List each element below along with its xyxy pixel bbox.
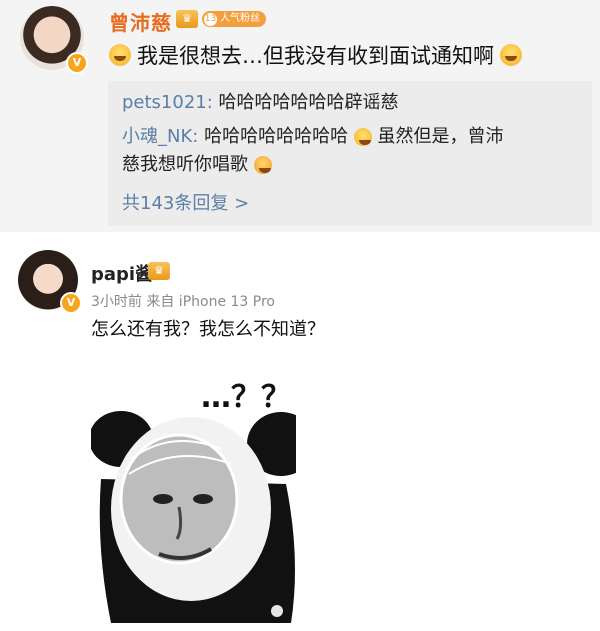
laugh-cry-emoji-icon (500, 44, 522, 66)
meme-text: …？？ (201, 380, 291, 415)
reply-text-after: 虽然但是，曾沛 (377, 126, 504, 147)
reply-text: 哈哈哈哈哈哈哈辟谣慈 (218, 92, 399, 113)
post-text: 怎么还有我？我怎么不知道？ (91, 319, 325, 340)
laugh-cry-emoji-icon (109, 44, 131, 66)
reply-item: 小魂_NK: 哈哈哈哈哈哈哈哈 虽然但是，曾沛 (122, 123, 504, 151)
laugh-emoji-icon (353, 128, 372, 146)
panda-meme-illustration: …？？ (91, 349, 296, 623)
fan-badge-label: 人气粉丝 (220, 13, 260, 24)
username[interactable]: papi酱 (91, 260, 153, 286)
reply-author[interactable]: 小魂_NK: (122, 126, 198, 147)
reply-item-line2: 慈我想听你唱歌 (122, 151, 272, 179)
verified-badge-icon: V (60, 292, 82, 314)
post-meta: 3小时前 来自 iPhone 13 Pro (91, 294, 275, 310)
crown-icon: ♛ (176, 10, 198, 28)
reply-preview-box[interactable]: pets1021: 哈哈哈哈哈哈哈辟谣慈 小魂_NK: 哈哈哈哈哈哈哈哈 虽然但… (108, 81, 592, 226)
username[interactable]: 曾沛慈 (109, 7, 172, 36)
top-comment-card: V 曾沛慈 ♛ 13 人气粉丝 我是很想去…但我没有收到面试通知啊 pets10… (0, 0, 600, 232)
more-replies-link[interactable]: 共143条回复 > (122, 189, 249, 215)
singing-emoji-icon (253, 156, 272, 174)
comment-text-row: 我是很想去…但我没有收到面试通知啊 (109, 40, 522, 70)
reply-item: pets1021: 哈哈哈哈哈哈哈辟谣慈 (122, 89, 399, 117)
verified-badge-icon: V (66, 52, 88, 74)
reply-text-line2: 慈我想听你唱歌 (122, 154, 248, 175)
fan-badge[interactable]: 13 人气粉丝 (202, 11, 266, 27)
comment-text: 我是很想去…但我没有收到面试通知啊 (137, 44, 494, 68)
meme-image[interactable]: …？？ (91, 349, 296, 623)
reply-text: 哈哈哈哈哈哈哈哈 (204, 126, 349, 147)
reply-author[interactable]: pets1021: (122, 92, 213, 113)
crown-icon: ♛ (148, 262, 170, 280)
fan-level: 13 (204, 12, 217, 26)
